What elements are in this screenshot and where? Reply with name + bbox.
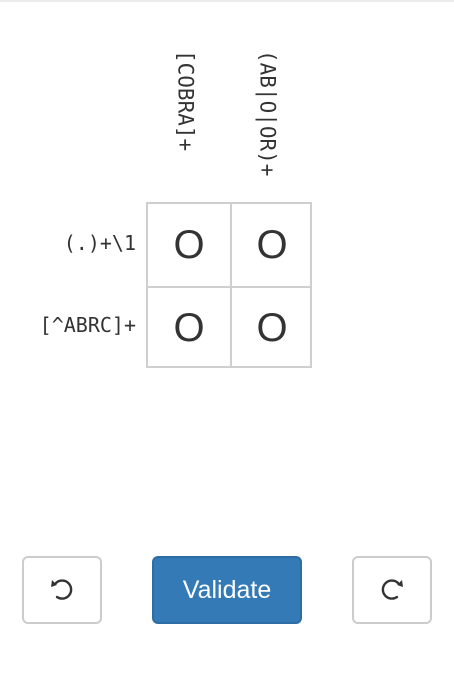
grid-cell-r1-c2[interactable]: O — [230, 204, 312, 286]
column-clue-1-text: [COBRA]+ — [173, 50, 198, 152]
column-clue-1: [COBRA]+ — [167, 50, 203, 192]
grid-cell-r2-c1[interactable]: O — [148, 286, 230, 368]
grid-cell-r1-c1[interactable]: O — [148, 204, 230, 286]
undo-button[interactable] — [22, 556, 102, 624]
validate-button[interactable]: Validate — [152, 556, 302, 624]
redo-button[interactable] — [352, 556, 432, 624]
row-clue-1: (.)+\1 — [63, 231, 136, 255]
column-clue-2-text: (AB|O|OR)+ — [255, 50, 280, 177]
redo-icon — [381, 579, 403, 600]
grid-cell-r2-c2[interactable]: O — [230, 286, 312, 368]
undo-icon — [51, 579, 73, 600]
column-clue-2: (AB|O|OR)+ — [249, 50, 285, 192]
puzzle-grid: O O O O — [146, 202, 312, 368]
row-clue-2: [^ABRC]+ — [39, 313, 136, 337]
top-divider — [0, 0, 454, 2]
